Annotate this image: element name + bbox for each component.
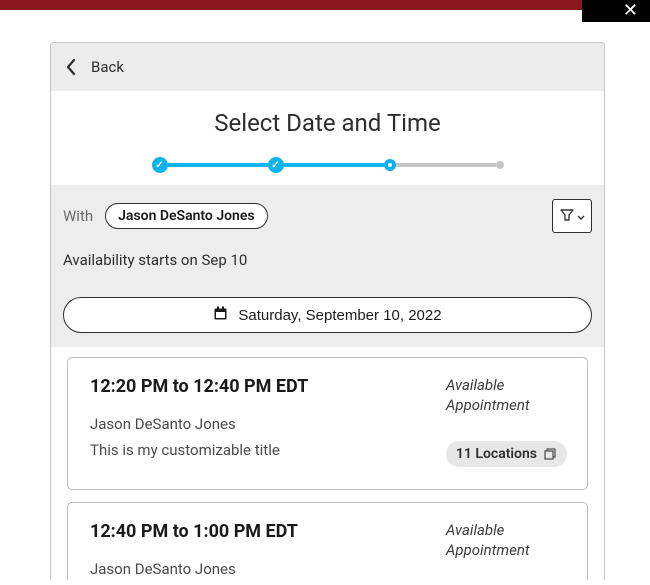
locations-badge[interactable]: 11 Locations (446, 441, 567, 467)
availability-badge: AvailableAppointment (446, 376, 530, 415)
date-picker-button[interactable]: Saturday, September 10, 2022 (63, 297, 592, 333)
caret-down-icon (577, 209, 585, 224)
slot-person: Jason DeSanto Jones (90, 415, 430, 433)
timeslot-card[interactable]: 12:40 PM to 1:00 PM EDT Jason DeSanto Jo… (67, 502, 588, 580)
back-label: Back (91, 58, 124, 76)
progress-step-1 (152, 157, 168, 173)
availability-note: Availability starts on Sep 10 (63, 251, 592, 269)
advisor-chip[interactable]: Jason DeSanto Jones (105, 203, 268, 229)
timeslot-list: 12:20 PM to 12:40 PM EDT Jason DeSanto J… (51, 347, 604, 580)
progress-bar-2 (284, 163, 384, 167)
calendar-icon (213, 306, 228, 325)
slot-time: 12:40 PM to 1:00 PM EDT (90, 521, 430, 542)
title-area: Select Date and Time (51, 91, 604, 143)
background-corner (582, 0, 650, 22)
page-title: Select Date and Time (51, 109, 604, 137)
close-icon[interactable]: ✕ (623, 2, 638, 20)
progress-step-3-current (384, 159, 396, 171)
progress-bar-1 (168, 163, 268, 167)
progress-step-4 (496, 161, 504, 169)
step-progress (51, 143, 604, 185)
slot-title: This is my customizable title (90, 441, 430, 459)
progress-bar-3 (396, 163, 496, 167)
slot-person: Jason DeSanto Jones (90, 560, 430, 578)
timeslot-card[interactable]: 12:20 PM to 12:40 PM EDT Jason DeSanto J… (67, 357, 588, 490)
stack-icon (543, 447, 557, 461)
availability-badge: AvailableAppointment (446, 521, 530, 560)
filter-button[interactable] (552, 199, 592, 233)
with-row: With Jason DeSanto Jones (63, 199, 592, 233)
date-picker-row: Saturday, September 10, 2022 (51, 287, 604, 347)
chevron-left-icon (65, 55, 81, 79)
locations-count-label: 11 Locations (456, 446, 537, 462)
selected-date-label: Saturday, September 10, 2022 (238, 307, 441, 324)
slot-time: 12:20 PM to 12:40 PM EDT (90, 376, 430, 397)
scheduler-modal: Back Select Date and Time With Jason DeS… (10, 22, 645, 580)
filter-band: With Jason DeSanto Jones Availability st… (51, 185, 604, 287)
back-bar[interactable]: Back (51, 43, 604, 91)
funnel-icon (560, 208, 574, 225)
progress-step-2 (268, 157, 284, 173)
background-accent (0, 0, 650, 10)
scheduler-panel: Back Select Date and Time With Jason DeS… (50, 42, 605, 580)
with-label: With (63, 207, 93, 225)
